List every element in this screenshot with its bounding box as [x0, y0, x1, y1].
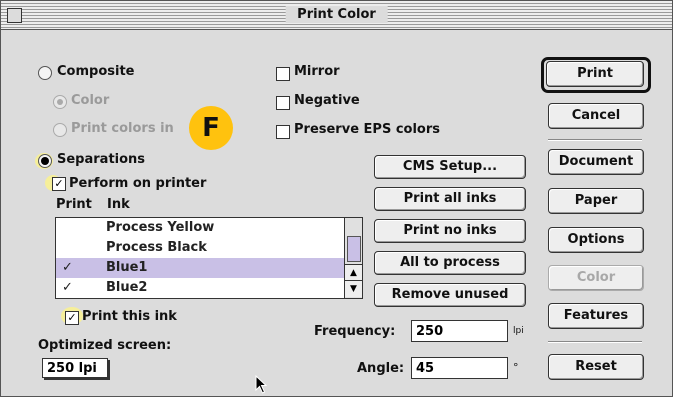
list-item[interactable]: ✓ Blue2: [56, 278, 344, 298]
window-title: Print Color: [285, 6, 388, 23]
perform-on-printer-checkbox[interactable]: ✓: [52, 177, 66, 191]
scroll-down-icon[interactable]: ▼: [345, 280, 362, 297]
remove-unused-button[interactable]: Remove unused: [374, 283, 526, 307]
list-header-ink: Ink: [107, 197, 130, 212]
paper-button[interactable]: Paper: [548, 188, 644, 214]
color-button[interactable]: Color: [548, 265, 644, 291]
document-button[interactable]: Document: [548, 149, 644, 175]
mouse-cursor-icon: [255, 375, 268, 394]
features-button[interactable]: Features: [548, 303, 644, 329]
list-item[interactable]: Process Black: [56, 238, 344, 258]
separator: [548, 139, 642, 140]
print-color-dialog: Print Color Composite Color Print colors…: [0, 0, 673, 397]
preserve-eps-checkbox[interactable]: [276, 125, 290, 139]
print-this-ink-label: Print this ink: [82, 309, 177, 324]
color-label: Color: [71, 93, 110, 108]
list-header-print: Print: [56, 197, 92, 212]
print-colors-in-radio[interactable]: [53, 123, 67, 137]
scroll-up-icon[interactable]: ▲: [345, 264, 362, 281]
options-button[interactable]: Options: [548, 227, 644, 253]
composite-radio[interactable]: [38, 66, 52, 80]
separations-label: Separations: [57, 152, 146, 167]
mirror-checkbox[interactable]: [276, 67, 290, 81]
scroll-thumb[interactable]: [347, 236, 361, 262]
composite-label: Composite: [57, 64, 135, 79]
list-item[interactable]: Process Yellow: [56, 218, 344, 238]
perform-on-printer-label: Perform on printer: [69, 176, 207, 191]
preserve-eps-label: Preserve EPS colors: [294, 122, 441, 137]
print-colors-in-label: Print colors in: [71, 121, 174, 136]
list-scrollbar[interactable]: ▲ ▼: [344, 218, 362, 298]
negative-checkbox[interactable]: [276, 96, 290, 110]
all-to-process-button[interactable]: All to process: [374, 251, 526, 275]
cancel-button[interactable]: Cancel: [548, 103, 644, 129]
mirror-label: Mirror: [294, 64, 340, 79]
ink-name: Process Yellow: [106, 220, 215, 235]
ink-name: Process Black: [106, 240, 207, 255]
angle-field[interactable]: 45: [411, 357, 508, 379]
optimized-screen-label: Optimized screen:: [38, 338, 172, 353]
print-check: ✓: [62, 280, 73, 295]
list-item[interactable]: ✓ Blue1: [56, 258, 344, 278]
optimized-screen-popup[interactable]: 250 lpi: [42, 358, 108, 378]
ink-name: Blue1: [106, 260, 148, 275]
title-bar[interactable]: Print Color: [1, 1, 672, 30]
separations-radio[interactable]: [38, 154, 52, 168]
frequency-label: Frequency:: [314, 324, 396, 339]
callout-badge: F: [189, 106, 233, 150]
print-button[interactable]: Print: [546, 61, 644, 87]
ink-list[interactable]: Process Yellow Process Black ✓ Blue1 ✓ B…: [55, 217, 363, 299]
separator: [548, 341, 642, 342]
print-this-ink-checkbox[interactable]: ✓: [65, 311, 79, 325]
print-no-inks-button[interactable]: Print no inks: [374, 219, 526, 243]
angle-label: Angle:: [357, 361, 405, 376]
angle-unit: °: [513, 361, 519, 374]
negative-label: Negative: [294, 93, 360, 108]
ink-name: Blue2: [106, 280, 148, 295]
frequency-unit: lpi: [513, 326, 524, 336]
print-check: ✓: [62, 260, 73, 275]
close-box[interactable]: [7, 8, 22, 23]
frequency-field[interactable]: 250: [411, 320, 508, 342]
print-all-inks-button[interactable]: Print all inks: [374, 187, 526, 211]
cms-setup-button[interactable]: CMS Setup...: [374, 155, 526, 179]
color-radio[interactable]: [53, 95, 67, 109]
reset-button[interactable]: Reset: [548, 354, 644, 380]
